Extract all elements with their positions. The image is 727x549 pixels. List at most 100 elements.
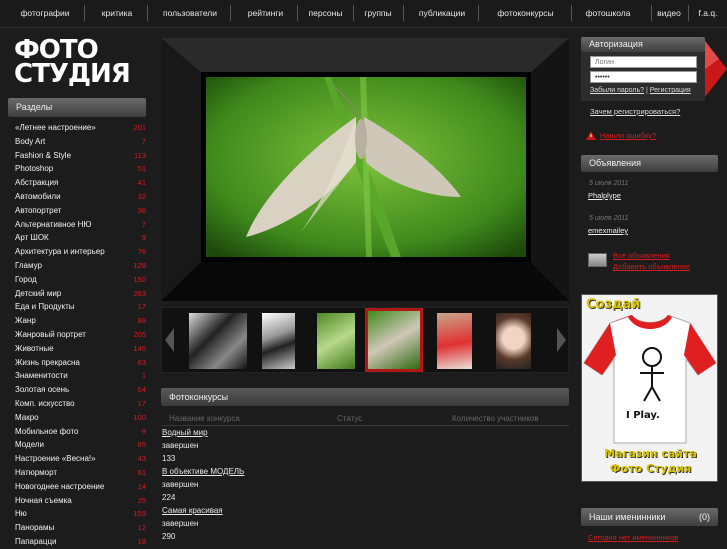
nav-photos[interactable]: фотографии bbox=[10, 0, 80, 26]
announcement-user-link[interactable]: Phalplype bbox=[588, 191, 621, 200]
section-item[interactable]: Жанровый портрет 205 bbox=[8, 328, 150, 342]
section-item[interactable]: Животные 146 bbox=[8, 342, 150, 356]
nav-critique[interactable]: критика bbox=[92, 0, 142, 26]
section-item[interactable]: Панорамы 12 bbox=[8, 521, 150, 535]
section-item-count: 146 bbox=[133, 343, 146, 353]
thumbnail-6[interactable] bbox=[496, 313, 531, 369]
section-item[interactable]: Архитектура и интерьер 76 bbox=[8, 245, 150, 259]
section-item-count: 51 bbox=[137, 164, 146, 174]
section-item[interactable]: Ню 159 bbox=[8, 507, 150, 521]
section-item-count: 43 bbox=[137, 454, 146, 464]
nav-divider bbox=[688, 5, 689, 21]
contest-name-link[interactable]: Водный мир bbox=[162, 428, 208, 437]
report-bug-link[interactable]: Нашли ошибку? bbox=[600, 131, 656, 140]
section-item[interactable]: Папарацци 18 bbox=[8, 535, 150, 549]
contest-name-link[interactable]: Самая красивая bbox=[162, 506, 223, 515]
section-item[interactable]: Еда и Продукты 17 bbox=[8, 300, 150, 314]
section-item-count: 7 bbox=[141, 219, 146, 229]
section-item-count: 12 bbox=[137, 523, 146, 533]
thumbnail-1[interactable] bbox=[189, 313, 247, 369]
section-item-label: Ночная съемка bbox=[15, 495, 72, 505]
section-item[interactable]: Жанр 88 bbox=[8, 314, 150, 328]
section-item-count: 18 bbox=[137, 536, 146, 546]
nav-school[interactable]: фотошкола bbox=[578, 0, 638, 26]
section-item[interactable]: Body Art 7 bbox=[8, 135, 150, 149]
forgot-password-link[interactable]: Забыли пароль? bbox=[590, 87, 644, 94]
shop-banner[interactable]: Создай I Play. Магазин сайта Фото Студия bbox=[581, 294, 718, 482]
password-input[interactable] bbox=[590, 71, 697, 83]
section-item[interactable]: Комп. искусство 17 bbox=[8, 397, 150, 411]
announcements-header: Объявления bbox=[581, 155, 718, 172]
nav-ratings[interactable]: рейтинги bbox=[238, 0, 293, 26]
section-item[interactable]: Автопортрет 36 bbox=[8, 204, 150, 218]
thumbnail-3[interactable] bbox=[317, 313, 355, 369]
section-item[interactable]: Арт ШОК 9 bbox=[8, 231, 150, 245]
contests-header: Фотоконкурсы bbox=[161, 388, 569, 406]
add-announcement-link[interactable]: Добавить объявление bbox=[613, 262, 690, 271]
section-item[interactable]: Photoshop 51 bbox=[8, 162, 150, 176]
section-item[interactable]: Новогоднее настроение 14 bbox=[8, 480, 150, 494]
thumbnails-prev-arrow-icon[interactable] bbox=[165, 328, 174, 352]
birthdays-title: Наши именинники bbox=[589, 512, 666, 522]
nav-users[interactable]: пользователи bbox=[155, 0, 225, 26]
section-item[interactable]: Натюрморт 61 bbox=[8, 466, 150, 480]
section-item[interactable]: Макро 100 bbox=[8, 411, 150, 425]
section-item-count: 113 bbox=[134, 150, 146, 160]
nav-video[interactable]: видео bbox=[653, 0, 685, 26]
section-item-count: 64 bbox=[137, 385, 146, 395]
sections-list: «Летнее настроение» 201 Body Art 7 Fashion &… bbox=[8, 121, 150, 549]
banner-bottom-line-1: Магазин сайта bbox=[604, 447, 697, 460]
section-item-label: Абстракция bbox=[15, 178, 59, 188]
section-item[interactable]: Ночная съемка 25 bbox=[8, 494, 150, 508]
why-register-link[interactable]: Зачем регистрироваться? bbox=[590, 107, 680, 116]
nav-groups[interactable]: группы bbox=[358, 0, 398, 26]
section-item-count: 76 bbox=[137, 247, 146, 257]
section-item-count: 41 bbox=[137, 178, 146, 188]
thumbnail-4-selected[interactable] bbox=[365, 308, 423, 372]
section-item[interactable]: Автомобили 32 bbox=[8, 190, 150, 204]
section-item[interactable]: Альтернативное НЮ 7 bbox=[8, 218, 150, 232]
column-contest-name: Название конкурса bbox=[161, 412, 329, 426]
section-item-count: 128 bbox=[133, 260, 146, 270]
section-item-label: Знаменитости bbox=[15, 371, 68, 381]
section-item-label: Панорамы bbox=[15, 523, 55, 533]
section-item[interactable]: Детский мир 263 bbox=[8, 287, 150, 301]
announcement-user-link[interactable]: emexmailey bbox=[588, 226, 628, 235]
featured-photo[interactable] bbox=[206, 77, 526, 257]
banner-top-text: Создай bbox=[586, 297, 641, 312]
thumbnail-5[interactable] bbox=[437, 313, 472, 369]
thumbnails-next-arrow-icon[interactable] bbox=[557, 328, 566, 352]
nav-contests[interactable]: фотоконкурсы bbox=[488, 0, 563, 26]
section-item[interactable]: Город 150 bbox=[8, 273, 150, 287]
section-item[interactable]: Fashion & Style 113 bbox=[8, 149, 150, 163]
section-item-count: 159 bbox=[133, 509, 146, 519]
section-item[interactable]: Знаменитости 1 bbox=[8, 369, 150, 383]
login-submit-arrow-icon[interactable] bbox=[705, 37, 727, 101]
section-item-label: Жизнь прекрасна bbox=[15, 357, 80, 367]
contest-name-link[interactable]: В объективе МОДЕЛЬ bbox=[162, 467, 244, 476]
login-input[interactable] bbox=[590, 56, 697, 68]
section-item[interactable]: Абстракция 41 bbox=[8, 176, 150, 190]
all-announcements-link[interactable]: Все объявления bbox=[613, 251, 670, 260]
section-item[interactable]: Мобильное фото 9 bbox=[8, 425, 150, 439]
auth-links: Забыли пароль? | Регистрация bbox=[590, 87, 691, 94]
top-navigation: фотографии критика пользователи рейтинги… bbox=[0, 0, 727, 28]
section-item[interactable]: Модели 85 bbox=[8, 438, 150, 452]
section-item-label: Альтернативное НЮ bbox=[15, 219, 92, 229]
birthdays-count: (0) bbox=[699, 512, 710, 522]
section-item[interactable]: Настроение «Весна!» 43 bbox=[8, 452, 150, 466]
site-logo[interactable]: ФОТО СТУДИЯ bbox=[14, 37, 134, 87]
section-item[interactable]: «Летнее настроение» 201 bbox=[8, 121, 150, 135]
nav-persons[interactable]: персоны bbox=[303, 0, 348, 26]
nav-publications[interactable]: публикации bbox=[412, 0, 472, 26]
section-item[interactable]: Золотая осень 64 bbox=[8, 383, 150, 397]
thumbnail-2[interactable] bbox=[262, 313, 295, 369]
nav-faq[interactable]: f.a.q. bbox=[692, 0, 724, 26]
section-item-count: 17 bbox=[137, 398, 146, 408]
register-link[interactable]: Регистрация bbox=[650, 87, 691, 94]
section-item[interactable]: Гламур 128 bbox=[8, 259, 150, 273]
announcements-board-icon bbox=[588, 253, 607, 267]
warning-icon bbox=[586, 131, 596, 140]
section-item[interactable]: Жизнь прекрасна 63 bbox=[8, 356, 150, 370]
column-status: Статус bbox=[329, 412, 444, 426]
